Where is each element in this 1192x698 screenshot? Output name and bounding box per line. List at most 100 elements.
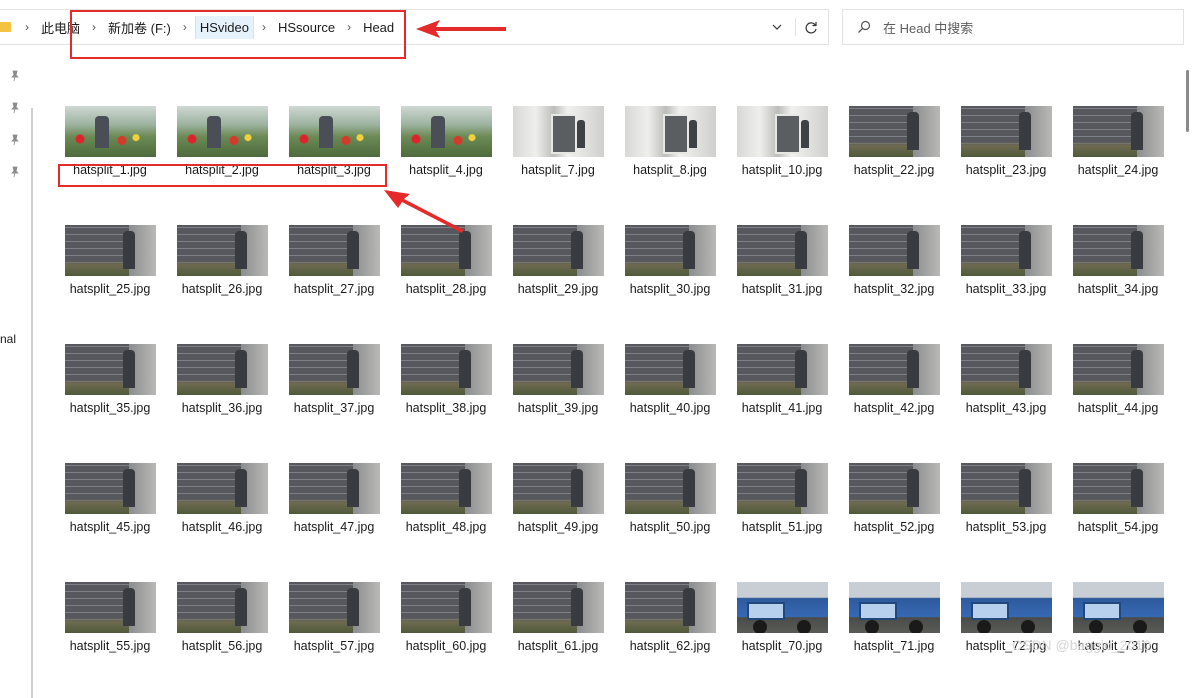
file-item[interactable]: hatsplit_23.jpg <box>951 106 1052 196</box>
file-item[interactable]: hatsplit_60.jpg <box>391 582 492 672</box>
search-input[interactable] <box>881 18 1175 38</box>
file-item[interactable]: hatsplit_37.jpg <box>279 344 380 434</box>
image-thumbnail <box>177 225 268 276</box>
file-name: hatsplit_49.jpg <box>517 520 599 534</box>
file-item[interactable]: hatsplit_27.jpg <box>279 225 380 315</box>
scrollbar[interactable] <box>31 108 33 698</box>
file-name: hatsplit_29.jpg <box>517 282 599 296</box>
file-item[interactable]: hatsplit_52.jpg <box>839 463 940 553</box>
file-name: hatsplit_60.jpg <box>405 639 487 653</box>
file-item[interactable]: hatsplit_40.jpg <box>615 344 716 434</box>
file-item[interactable]: hatsplit_55.jpg <box>55 582 156 672</box>
file-name: hatsplit_10.jpg <box>741 163 823 177</box>
refresh-icon[interactable] <box>803 20 819 36</box>
file-item[interactable]: hatsplit_33.jpg <box>951 225 1052 315</box>
file-item[interactable]: hatsplit_62.jpg <box>615 582 716 672</box>
arrow-annotation <box>416 20 506 38</box>
folder-icon <box>0 22 11 32</box>
file-item[interactable]: hatsplit_57.jpg <box>279 582 380 672</box>
file-item[interactable]: hatsplit_44.jpg <box>1063 344 1164 434</box>
file-item[interactable]: hatsplit_30.jpg <box>615 225 716 315</box>
file-name: hatsplit_8.jpg <box>633 163 707 177</box>
file-item[interactable]: hatsplit_32.jpg <box>839 225 940 315</box>
image-thumbnail <box>401 106 492 157</box>
pin-icon[interactable] <box>10 70 20 82</box>
file-item[interactable]: hatsplit_51.jpg <box>727 463 828 553</box>
pin-icon[interactable] <box>10 166 20 178</box>
file-item[interactable]: hatsplit_34.jpg <box>1063 225 1164 315</box>
arrow-annotation <box>384 190 464 233</box>
file-item[interactable]: hatsplit_47.jpg <box>279 463 380 553</box>
divider <box>795 18 796 36</box>
scrollbar[interactable] <box>1184 70 1192 664</box>
file-item[interactable]: hatsplit_8.jpg <box>615 106 716 196</box>
image-thumbnail <box>849 225 940 276</box>
image-thumbnail <box>1073 225 1164 276</box>
image-thumbnail <box>513 225 604 276</box>
search-box[interactable] <box>842 9 1184 45</box>
file-name: hatsplit_61.jpg <box>517 639 599 653</box>
image-thumbnail <box>401 344 492 395</box>
file-item[interactable]: hatsplit_43.jpg <box>951 344 1052 434</box>
file-name: hatsplit_38.jpg <box>405 401 487 415</box>
file-item[interactable]: hatsplit_70.jpg <box>727 582 828 672</box>
file-item[interactable]: hatsplit_7.jpg <box>503 106 604 196</box>
file-item[interactable]: hatsplit_45.jpg <box>55 463 156 553</box>
file-item[interactable]: hatsplit_41.jpg <box>727 344 828 434</box>
file-item[interactable]: hatsplit_36.jpg <box>167 344 268 434</box>
file-item[interactable]: hatsplit_24.jpg <box>1063 106 1164 196</box>
file-name: hatsplit_7.jpg <box>521 163 595 177</box>
image-thumbnail <box>625 582 716 633</box>
annotation-box <box>70 10 406 59</box>
chevron-down-icon[interactable] <box>770 20 784 34</box>
file-item[interactable]: hatsplit_38.jpg <box>391 344 492 434</box>
file-item[interactable]: hatsplit_56.jpg <box>167 582 268 672</box>
file-item[interactable]: hatsplit_26.jpg <box>167 225 268 315</box>
pin-icon[interactable] <box>10 134 20 146</box>
file-item[interactable]: hatsplit_72.jpg <box>951 582 1052 672</box>
file-item[interactable]: hatsplit_28.jpg <box>391 225 492 315</box>
file-item[interactable]: hatsplit_25.jpg <box>55 225 156 315</box>
file-item[interactable]: hatsplit_42.jpg <box>839 344 940 434</box>
file-item[interactable]: hatsplit_4.jpg <box>391 106 492 196</box>
image-thumbnail <box>625 463 716 514</box>
file-item[interactable]: hatsplit_46.jpg <box>167 463 268 553</box>
image-thumbnail <box>65 106 156 157</box>
file-name: hatsplit_23.jpg <box>965 163 1047 177</box>
file-item[interactable]: hatsplit_31.jpg <box>727 225 828 315</box>
pin-icon[interactable] <box>10 102 20 114</box>
image-thumbnail <box>289 225 380 276</box>
file-item[interactable]: hatsplit_73.jpg <box>1063 582 1164 672</box>
file-name: hatsplit_43.jpg <box>965 401 1047 415</box>
file-item[interactable]: hatsplit_48.jpg <box>391 463 492 553</box>
file-item[interactable]: hatsplit_54.jpg <box>1063 463 1164 553</box>
scrollbar-thumb[interactable] <box>1186 70 1189 132</box>
file-name: hatsplit_36.jpg <box>181 401 263 415</box>
file-name: hatsplit_44.jpg <box>1077 401 1159 415</box>
image-thumbnail <box>849 463 940 514</box>
image-thumbnail <box>177 344 268 395</box>
file-name: hatsplit_33.jpg <box>965 282 1047 296</box>
file-item[interactable]: hatsplit_39.jpg <box>503 344 604 434</box>
file-item[interactable]: hatsplit_35.jpg <box>55 344 156 434</box>
file-item[interactable]: hatsplit_50.jpg <box>615 463 716 553</box>
file-item[interactable]: hatsplit_22.jpg <box>839 106 940 196</box>
file-item[interactable]: hatsplit_49.jpg <box>503 463 604 553</box>
file-item[interactable]: hatsplit_10.jpg <box>727 106 828 196</box>
file-item[interactable]: hatsplit_53.jpg <box>951 463 1052 553</box>
image-thumbnail <box>1073 582 1164 633</box>
image-thumbnail <box>513 106 604 157</box>
file-item[interactable]: hatsplit_71.jpg <box>839 582 940 672</box>
image-thumbnail <box>625 225 716 276</box>
image-thumbnail <box>961 225 1052 276</box>
image-thumbnail <box>65 582 156 633</box>
chevron-right-icon[interactable]: › <box>25 20 29 34</box>
file-name: hatsplit_35.jpg <box>69 401 151 415</box>
file-name: hatsplit_40.jpg <box>629 401 711 415</box>
file-item[interactable]: hatsplit_61.jpg <box>503 582 604 672</box>
file-name: hatsplit_70.jpg <box>741 639 823 653</box>
sidebar-item-label[interactable]: nal <box>0 332 16 346</box>
file-name: hatsplit_52.jpg <box>853 520 935 534</box>
file-name: hatsplit_37.jpg <box>293 401 375 415</box>
file-item[interactable]: hatsplit_29.jpg <box>503 225 604 315</box>
